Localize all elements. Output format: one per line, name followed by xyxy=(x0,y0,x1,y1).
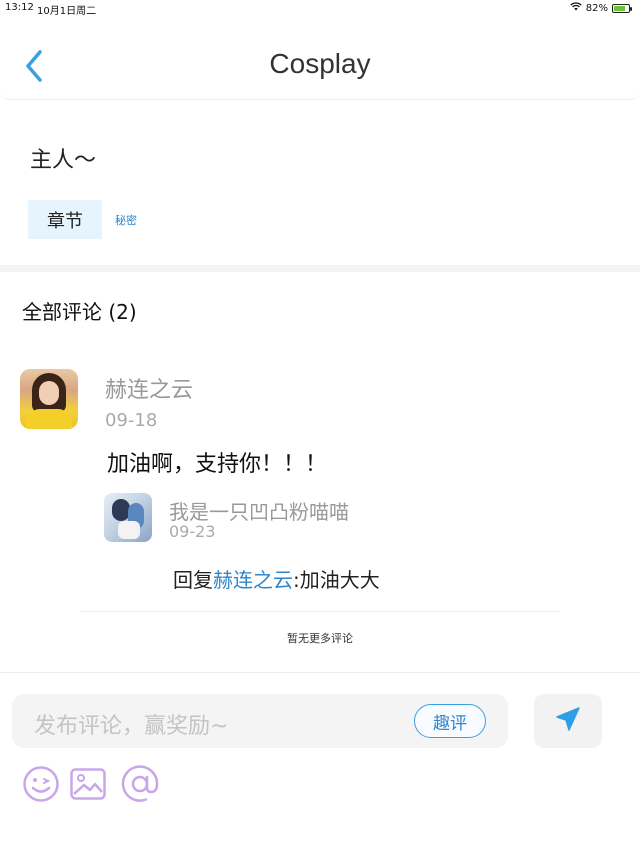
emoji-icon[interactable] xyxy=(22,765,60,803)
page-title: Cosplay xyxy=(269,48,371,79)
send-icon xyxy=(554,705,582,737)
reply-avatar[interactable] xyxy=(104,493,152,542)
status-time: 13:12 xyxy=(5,2,34,13)
no-more-comments: 暂无更多评论 xyxy=(287,632,353,645)
reply-text[interactable]: 回复赫连之云:加油大大 xyxy=(173,564,380,593)
reply-mention[interactable]: 赫连之云 xyxy=(213,568,293,592)
section-divider xyxy=(0,265,640,272)
secret-link[interactable]: 秘密 xyxy=(115,212,137,228)
comments-heading: 全部评论 (2) xyxy=(22,300,137,324)
comment-date: 09-18 xyxy=(105,410,158,431)
comment-input[interactable]: 发布评论，赢奖励~ 趣评 xyxy=(12,694,508,748)
divider xyxy=(80,611,560,612)
comment-text[interactable]: 加油啊，支持你！！！ xyxy=(107,446,327,478)
reply-prefix: 回复 xyxy=(173,568,213,592)
send-button[interactable] xyxy=(534,694,602,748)
image-icon[interactable] xyxy=(69,765,107,803)
comment-composer: 发布评论，赢奖励~ 趣评 xyxy=(0,672,640,853)
status-bar: 13:12 10月1日周二 82% xyxy=(0,0,640,17)
battery-percentage: 82% xyxy=(585,2,608,14)
battery-level xyxy=(614,5,626,11)
comment-input-placeholder: 发布评论，赢奖励~ xyxy=(34,714,229,739)
mention-icon[interactable] xyxy=(120,765,159,803)
avatar[interactable] xyxy=(20,369,78,429)
reply-content: :加油大大 xyxy=(293,568,380,592)
wifi-icon xyxy=(570,2,582,14)
comment-username[interactable]: 赫连之云 xyxy=(105,372,193,404)
status-date: 10月1日周二 xyxy=(37,6,97,17)
post-text: 主人～ xyxy=(30,148,97,173)
nav-bar: Cosplay xyxy=(0,18,640,100)
reply-username[interactable]: 我是一只凹凸粉喵喵 xyxy=(169,496,349,525)
battery-icon xyxy=(612,3,632,13)
reply-date: 09-23 xyxy=(169,522,216,541)
status-indicators: 82% xyxy=(570,2,632,14)
chapter-tag[interactable]: 章节 xyxy=(28,200,102,239)
quping-button[interactable]: 趣评 xyxy=(414,704,486,738)
